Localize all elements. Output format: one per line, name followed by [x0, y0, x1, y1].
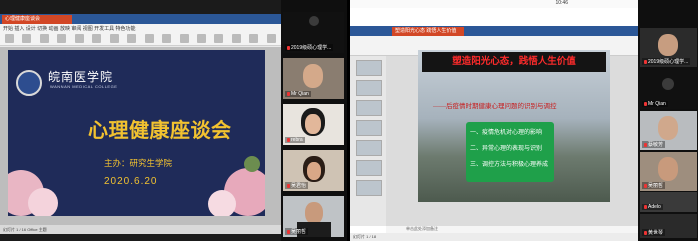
mic-muted-icon: [287, 229, 290, 234]
slide-thumbnail[interactable]: [356, 140, 382, 156]
college-name: 皖南医学院: [48, 70, 114, 84]
participant-tile[interactable]: Mr Qian: [283, 58, 344, 99]
app-root: 心理健康座谈会 开始 插入 设计 切换 动画 放映 审阅 视图 开发工具 特色功…: [0, 0, 698, 241]
college-logo: [16, 70, 42, 96]
participant-name: 2019级硕心理学...: [285, 44, 334, 51]
outline-item: 二、异常心理的表现与识别: [470, 146, 543, 152]
mic-muted-icon: [287, 183, 290, 188]
outline-item: 三、调控方法与积极心理养成: [470, 162, 549, 168]
font-color-icon[interactable]: [162, 34, 172, 43]
shape-icon[interactable]: [249, 34, 259, 43]
slide-thumbnail[interactable]: [356, 180, 382, 196]
format-painter-icon[interactable]: [57, 34, 67, 43]
slide-title: 心理健康座谈会: [88, 120, 232, 142]
participant-name: Adelo: [642, 204, 663, 210]
mic-muted-icon: [644, 101, 647, 106]
slide-thumbnail[interactable]: [356, 100, 382, 116]
participant-name: 吴君怡: [285, 182, 309, 189]
left-top-bar: [0, 0, 281, 14]
bullets-icon[interactable]: [214, 34, 224, 43]
layout-icon[interactable]: [92, 34, 102, 43]
mic-muted-icon: [287, 91, 290, 96]
cut-icon[interactable]: [22, 34, 32, 43]
participant-tile[interactable]: rebra: [283, 104, 344, 145]
college-name-en: WANNAN MEDICAL COLLEGE: [50, 84, 118, 89]
left-document-tab[interactable]: 心理健康座谈会: [2, 15, 72, 24]
participant-name: Mr Qian: [285, 91, 311, 97]
flower-decoration: [28, 188, 58, 216]
slide-thumbnail[interactable]: [356, 120, 382, 136]
copy-icon[interactable]: [39, 34, 49, 43]
mic-muted-icon: [644, 183, 647, 188]
participant-tile[interactable]: 吴丽哲: [640, 152, 697, 191]
slide-date: 2020.6.20: [104, 176, 158, 187]
participant-tile[interactable]: Mr Qian: [640, 70, 697, 109]
participant-tile[interactable]: 吴君怡: [283, 150, 344, 191]
align-center-icon[interactable]: [196, 34, 206, 43]
textbox-icon[interactable]: [231, 34, 241, 43]
slide-thumbnail[interactable]: [356, 60, 382, 76]
underline-icon[interactable]: [144, 34, 154, 43]
participant-face: [307, 162, 321, 180]
participant-face: [305, 114, 321, 134]
bold-icon[interactable]: [109, 34, 119, 43]
participant-face: [658, 116, 678, 140]
participant-face: [658, 157, 678, 181]
right-document-tab[interactable]: 塑造阳光心态 践悟人生价值: [392, 27, 464, 36]
outline-box: 一、疫情危机对心理的影响 二、异常心理的表现与识别 三、调控方法与积极心理养成: [466, 122, 554, 182]
participant-tile[interactable]: 2019级硕心理学...: [640, 28, 697, 67]
participant-name: Mr Qian: [642, 101, 668, 107]
avatar: [309, 16, 319, 26]
participant-face: [303, 64, 323, 88]
participant-tile[interactable]: 2019级硕心理学...: [283, 12, 344, 53]
participant-name: 吴丽哲: [642, 182, 666, 189]
participant-face: [305, 202, 323, 224]
new-slide-icon[interactable]: [74, 34, 84, 43]
participant-tile[interactable]: 蔡敏芳: [640, 111, 697, 150]
slide-subheading: ——后疫情时期健康心理问题的识别与调控: [433, 103, 557, 110]
left-status-bar: 幻灯片 1 / 16 Office 主题: [0, 225, 281, 234]
notes-pane[interactable]: 单击此处添加备注: [386, 226, 638, 233]
clock: 10:46: [555, 0, 568, 6]
paste-icon[interactable]: [5, 34, 14, 43]
mic-muted-icon: [287, 45, 290, 50]
mic-muted-icon: [644, 59, 647, 64]
flower-decoration: [208, 190, 236, 216]
slide-host: 主办：研究生学院: [104, 158, 173, 168]
left-ribbon-tools: [3, 32, 278, 61]
mic-muted-icon: [644, 204, 647, 209]
participant-tile[interactable]: Adelo: [640, 192, 697, 212]
slide-thumbnail[interactable]: [356, 160, 382, 176]
slide-heading: 塑造阳光心态，践悟人生价值: [422, 52, 606, 72]
right-status-bar: 幻灯片 1 / 18: [350, 233, 638, 241]
align-left-icon[interactable]: [179, 34, 189, 43]
arrange-icon[interactable]: [266, 34, 276, 43]
slide-thumbnail[interactable]: [356, 80, 382, 96]
participant-tile[interactable]: 吴丽哲: [283, 196, 344, 237]
avatar: [662, 78, 674, 90]
right-system-bar: 10:46: [350, 0, 638, 8]
participant-name: 2019级硕心理学...: [642, 58, 691, 65]
participant-name: 蔡敏芳: [642, 141, 666, 148]
mic-muted-icon: [287, 137, 290, 142]
outline-item: 一、疫情危机对心理的影响: [470, 130, 543, 136]
participant-name: 吴丽哲: [285, 228, 309, 235]
participant-name: 黄世琴: [642, 229, 666, 236]
participant-face: [658, 34, 678, 56]
participant-name: rebra: [285, 137, 305, 143]
leaf-decoration: [244, 156, 260, 172]
mic-muted-icon: [644, 142, 647, 147]
participant-tile[interactable]: 黄世琴: [640, 214, 697, 238]
italic-icon[interactable]: [127, 34, 137, 43]
left-ribbon-menu[interactable]: 开始 插入 设计 切换 动画 放映 审阅 视图 开发工具 特色功能: [3, 25, 136, 32]
mic-muted-icon: [644, 230, 647, 235]
